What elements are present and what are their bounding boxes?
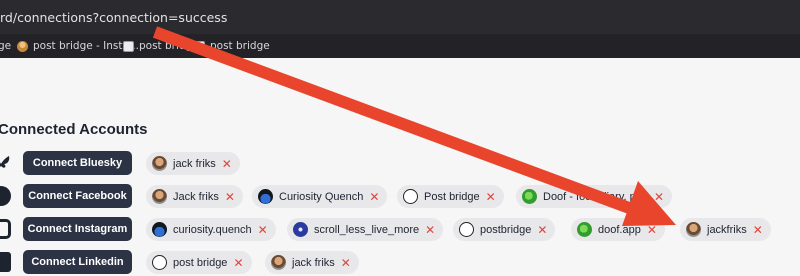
url-text[interactable]: rd/connections?connection=success [0,10,227,25]
account-name: doof.app [598,223,641,236]
account-name: jack friks [173,157,216,170]
page-content: Connected Accounts Connect Bluesky jack … [0,58,800,276]
remove-icon[interactable]: ✕ [537,224,547,236]
bookmark-label: post bridge [210,40,270,52]
account-chip: jack friks ✕ [265,251,359,274]
remove-icon[interactable]: ✕ [233,257,243,269]
remove-icon[interactable]: ✕ [425,224,435,236]
avatar [403,189,418,204]
remove-icon[interactable]: ✕ [222,158,232,170]
avatar [258,189,273,204]
avatar [459,222,474,237]
account-chip: Curiosity Quench ✕ [252,185,388,208]
bookmarks-bar: ge post bridge - Insta... post bridge po… [0,34,800,58]
bookmark-item[interactable]: post bridge [123,39,199,53]
account-name: jackfriks [707,223,747,236]
account-chip: postbridge ✕ [453,218,556,241]
account-name: Jack friks [173,190,219,203]
account-name: Post bridge [424,190,480,203]
bookmark-item[interactable]: post bridge [194,39,270,53]
browser-url-bar[interactable]: rd/connections?connection=success [0,0,800,34]
account-name: post bridge [173,256,228,269]
account-chip: scroll_less_live_more ✕ [287,218,444,241]
avatar [686,222,701,237]
person-icon [17,40,28,52]
account-chip: Doof - food diary, pho ✕ [516,185,673,208]
account-chip: jack friks ✕ [146,152,240,175]
account-chip: jackfriks ✕ [680,218,771,241]
avatar [152,189,167,204]
facebook-icon [0,186,11,206]
account-name: Curiosity Quench [279,190,364,203]
account-chip: Post bridge ✕ [397,185,504,208]
remove-icon[interactable]: ✕ [647,224,657,236]
bookmark-label: ge [0,40,12,52]
connect-instagram-button[interactable]: Connect Instagram [23,217,132,241]
account-chip: doof.app ✕ [571,218,665,241]
remove-icon[interactable]: ✕ [753,224,763,236]
account-chip: Jack friks ✕ [146,185,243,208]
avatar [577,222,592,237]
account-name: jack friks [292,256,335,269]
remove-icon[interactable]: ✕ [225,191,235,203]
account-name: curiosity.quench [173,223,252,236]
remove-icon[interactable]: ✕ [369,191,379,203]
page-title: Connected Accounts [0,121,148,138]
avatar [152,156,167,171]
remove-icon[interactable]: ✕ [258,224,268,236]
page-icon [123,40,134,52]
account-chip: curiosity.quench ✕ [146,218,276,241]
remove-icon[interactable]: ✕ [654,191,664,203]
account-name: scroll_less_live_more [314,223,420,236]
remove-icon[interactable]: ✕ [341,257,351,269]
linkedin-icon [0,252,11,272]
connect-linkedin-button[interactable]: Connect Linkedin [23,250,132,274]
bookmark-label: post bridge [139,40,199,52]
avatar [522,189,537,204]
connect-bluesky-button[interactable]: Connect Bluesky [23,151,132,175]
avatar [271,255,286,270]
remove-icon[interactable]: ✕ [486,191,496,203]
avatar [152,222,167,237]
avatar [293,222,308,237]
instagram-icon [0,219,11,239]
bookmark-item[interactable]: ge [0,39,11,53]
account-name: postbridge [480,223,532,236]
avatar [152,255,167,270]
bookmark-item[interactable]: post bridge - Insta... [17,39,139,53]
connect-facebook-button[interactable]: Connect Facebook [23,184,132,208]
account-chip: post bridge ✕ [146,251,252,274]
account-name: Doof - food diary, pho [543,190,648,203]
bluesky-icon [0,153,11,173]
page-icon [194,40,205,52]
